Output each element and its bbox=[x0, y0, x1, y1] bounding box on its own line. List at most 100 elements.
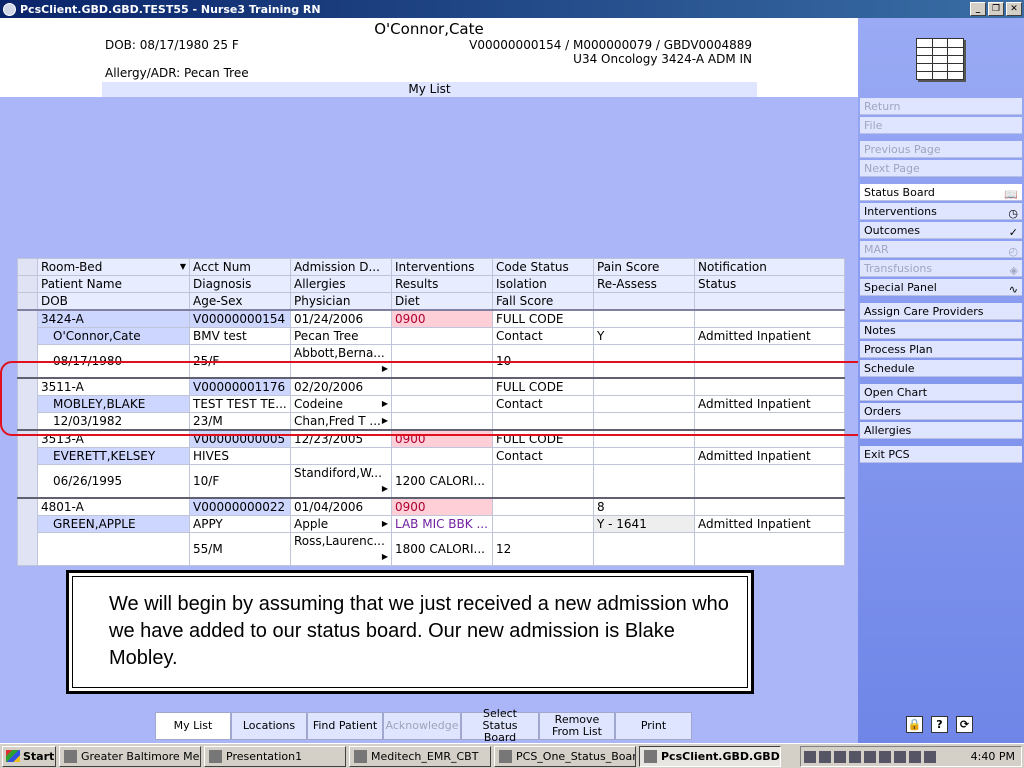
locations-button[interactable]: Locations bbox=[231, 712, 307, 740]
cell-physician[interactable]: Standiford,W... ▶ bbox=[290, 464, 392, 499]
cell-interventions[interactable]: 0900 bbox=[391, 309, 493, 328]
cell-age-sex[interactable]: 25/F bbox=[189, 344, 291, 379]
column-header[interactable]: Code Status bbox=[492, 258, 594, 276]
sidebar-item-assign-care-providers[interactable]: Assign Care Providers bbox=[860, 303, 1022, 320]
cell-fall-score[interactable]: 10 bbox=[492, 344, 594, 379]
cell-status[interactable]: Admitted Inpatient bbox=[694, 515, 845, 533]
cell-allergies[interactable]: Pecan Tree bbox=[290, 327, 392, 345]
cell-status[interactable]: Admitted Inpatient bbox=[694, 395, 845, 413]
cell-interventions[interactable] bbox=[391, 377, 493, 396]
cell-code-status[interactable] bbox=[492, 497, 594, 516]
table-row[interactable]: 12/03/1982 23/M Chan,Fred T ... ▶ bbox=[18, 412, 845, 431]
cell-acct-num[interactable]: V00000000005 bbox=[189, 429, 291, 448]
cell-pain-score[interactable]: 8 bbox=[593, 497, 695, 516]
cell-empty[interactable] bbox=[593, 464, 695, 499]
column-header[interactable]: Fall Score bbox=[492, 292, 594, 311]
cell-reassess[interactable] bbox=[593, 395, 695, 413]
tray-icon[interactable] bbox=[924, 750, 936, 763]
sidebar-item-status-board[interactable]: Status Board 📖 bbox=[860, 184, 1022, 201]
sidebar-item-notes[interactable]: Notes bbox=[860, 322, 1022, 339]
cell-patient-name[interactable]: O'Connor,Cate bbox=[37, 327, 190, 345]
cell-empty[interactable] bbox=[694, 344, 845, 379]
column-header[interactable]: Age-Sex bbox=[189, 292, 291, 311]
cell-acct-num[interactable]: V00000001176 bbox=[189, 377, 291, 396]
tray-icon[interactable] bbox=[894, 750, 906, 763]
submenu-arrow-icon[interactable]: ▶ bbox=[382, 481, 388, 497]
sidebar-item-outcomes[interactable]: Outcomes ✓ bbox=[860, 222, 1022, 239]
minimize-button[interactable]: _ bbox=[970, 2, 986, 16]
sidebar-item-transfusions[interactable]: Transfusions ◈ bbox=[860, 260, 1022, 277]
cell-acct-num[interactable]: V00000000154 bbox=[189, 309, 291, 328]
cell-admission-date[interactable]: 02/20/2006 bbox=[290, 377, 392, 396]
sidebar-item-allergies[interactable]: Allergies bbox=[860, 422, 1022, 439]
column-header[interactable]: Patient Name bbox=[37, 275, 190, 293]
table-row[interactable]: MOBLEY,BLAKE TEST TEST TE... Codeine ▶ Co… bbox=[18, 395, 845, 413]
cell-isolation[interactable] bbox=[492, 515, 594, 533]
sidebar-item-exit-pcs[interactable]: Exit PCS bbox=[860, 446, 1022, 463]
cell-results[interactable] bbox=[391, 395, 493, 413]
cell-results[interactable]: LAB MIC BBK ... bbox=[391, 515, 493, 533]
cell-dob[interactable]: 08/17/1980 bbox=[37, 344, 190, 379]
cell-diet[interactable]: 1800 CALORI... bbox=[391, 532, 493, 566]
column-header[interactable]: DOB bbox=[37, 292, 190, 311]
sidebar-item-schedule[interactable]: Schedule bbox=[860, 360, 1022, 377]
tray-icon[interactable] bbox=[879, 750, 891, 763]
remove-from-list-button[interactable]: Remove From List bbox=[539, 712, 615, 740]
column-header[interactable]: Notification bbox=[694, 258, 845, 276]
cell-admission-date[interactable]: 12/23/2005 bbox=[290, 429, 392, 448]
cell-age-sex[interactable]: 55/M bbox=[189, 532, 291, 566]
column-header[interactable]: Results bbox=[391, 275, 493, 293]
cell-room-bed[interactable]: 3513-A bbox=[37, 429, 190, 448]
taskbar-item-active[interactable]: PcsClient.GBD.GBD.... bbox=[639, 745, 781, 767]
cell-dob[interactable] bbox=[37, 532, 190, 566]
submenu-arrow-icon[interactable]: ▶ bbox=[382, 413, 388, 429]
submenu-arrow-icon[interactable]: ▶ bbox=[382, 397, 388, 412]
table-row[interactable]: 55/M Ross,Laurenc... ▶ 1800 CALORI... 12 bbox=[18, 532, 845, 566]
column-header[interactable]: Pain Score bbox=[593, 258, 695, 276]
cell-empty[interactable] bbox=[694, 532, 845, 566]
cell-diet[interactable]: 1200 CALORI... bbox=[391, 464, 493, 499]
cell-room-bed[interactable]: 4801-A bbox=[37, 497, 190, 516]
cell-status[interactable]: Admitted Inpatient bbox=[694, 327, 845, 345]
cell-diagnosis[interactable]: HIVES bbox=[189, 447, 291, 465]
cell-pain-score[interactable] bbox=[593, 377, 695, 396]
cell-notification[interactable] bbox=[694, 309, 845, 328]
find-patient-button[interactable]: Find Patient bbox=[307, 712, 383, 740]
cell-notification[interactable] bbox=[694, 429, 845, 448]
cell-reassess[interactable]: Y bbox=[593, 327, 695, 345]
cell-isolation[interactable]: Contact bbox=[492, 327, 594, 345]
print-button[interactable]: Print bbox=[615, 712, 692, 740]
cell-age-sex[interactable]: 10/F bbox=[189, 464, 291, 499]
cell-dob[interactable]: 06/26/1995 bbox=[37, 464, 190, 499]
table-row[interactable]: 3511-A V00000001176 02/20/2006 FULL CODE bbox=[17, 377, 845, 431]
acknowledge-button[interactable]: Acknowledge bbox=[383, 712, 461, 740]
cell-notification[interactable] bbox=[694, 497, 845, 516]
refresh-icon[interactable]: ⟳ bbox=[956, 716, 973, 733]
table-row[interactable]: O'Connor,Cate BMV test Pecan Tree Contac… bbox=[18, 327, 845, 345]
cell-interventions[interactable]: 0900 bbox=[391, 497, 493, 516]
tray-icon[interactable] bbox=[864, 750, 876, 763]
column-header[interactable]: Re-Assess bbox=[593, 275, 695, 293]
column-header[interactable]: Diet bbox=[391, 292, 493, 311]
row-gutter[interactable] bbox=[17, 429, 38, 499]
taskbar-item[interactable]: Meditech_EMR_CBT bbox=[349, 745, 491, 767]
restore-button[interactable]: ❐ bbox=[988, 2, 1004, 16]
cell-physician[interactable]: Chan,Fred T ... ▶ bbox=[290, 412, 392, 431]
cell-empty[interactable] bbox=[593, 412, 695, 431]
cell-diagnosis[interactable]: BMV test bbox=[189, 327, 291, 345]
cell-admission-date[interactable]: 01/04/2006 bbox=[290, 497, 392, 516]
cell-fall-score[interactable]: 12 bbox=[492, 532, 594, 566]
sidebar-item-return[interactable]: Return bbox=[860, 98, 1022, 115]
cell-diet[interactable] bbox=[391, 344, 493, 379]
cell-physician[interactable]: Ross,Laurenc... ▶ bbox=[290, 532, 392, 566]
column-header[interactable]: Diagnosis bbox=[189, 275, 291, 293]
cell-isolation[interactable]: Contact bbox=[492, 447, 594, 465]
cell-allergies[interactable] bbox=[290, 447, 392, 465]
cell-patient-name[interactable]: GREEN,APPLE bbox=[37, 515, 190, 533]
row-gutter[interactable] bbox=[17, 377, 38, 431]
taskbar-item[interactable]: Presentation1 bbox=[204, 745, 346, 767]
cell-admission-date[interactable]: 01/24/2006 bbox=[290, 309, 392, 328]
help-icon[interactable]: ? bbox=[931, 716, 948, 733]
submenu-arrow-icon[interactable]: ▶ bbox=[382, 517, 388, 532]
column-header[interactable]: Admission D... bbox=[290, 258, 392, 276]
